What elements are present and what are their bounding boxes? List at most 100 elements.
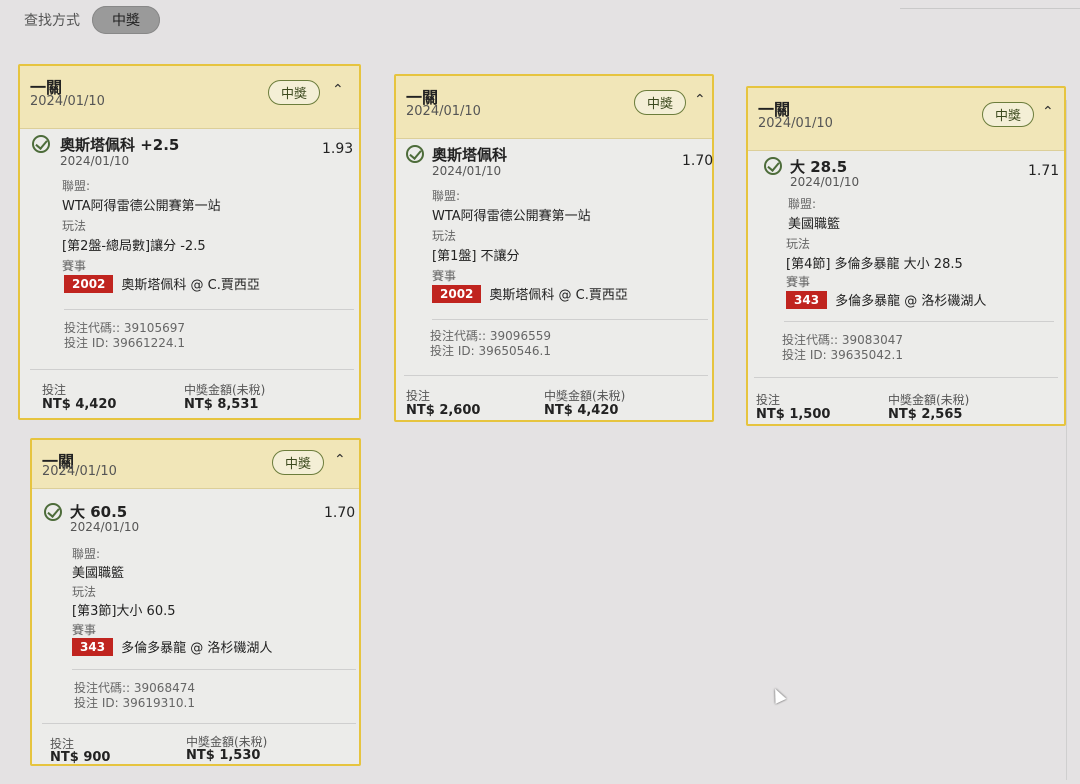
bet-meta: 投注代碼:: 39105697 投注 ID: 39661224.1 [64, 321, 185, 351]
status-badge: 中獎 [268, 80, 321, 105]
play-label: 玩法 [62, 219, 87, 233]
check-circle-icon [764, 157, 782, 175]
play-value: [第1盤] 不讓分 [432, 249, 520, 264]
bet-code: 投注代碼:: 39105697 [64, 321, 185, 335]
bet-card: 一關 2024/01/10 中獎 ⌃ 大 28.5 2024/01/10 1.7… [746, 86, 1066, 426]
scroll-rail[interactable] [1066, 100, 1067, 780]
selection-date: 2024/01/10 [70, 520, 140, 534]
bet-code: 投注代碼:: 39083047 [782, 333, 903, 347]
stake-label: 投注 [406, 389, 431, 403]
play-label: 玩法 [786, 237, 811, 251]
bet-card: 一關 2024/01/10 中獎 ⌃ 奧斯塔佩科 +2.5 2024/01/10… [18, 64, 361, 420]
play-value: [第2盤-總局數]讓分 -2.5 [62, 239, 206, 254]
payout-value: NT$ 1,530 [186, 748, 261, 763]
league-value: WTA阿得雷德公開賽第一站 [432, 209, 591, 224]
bet-card: 一關 2024/01/10 中獎 ⌃ 奧斯塔佩科 2024/01/10 1.70… [394, 74, 714, 422]
bet-card-header[interactable]: 一關 2024/01/10 中獎 ⌃ [748, 88, 1064, 151]
odds: 1.71 [1028, 163, 1060, 179]
payout-value: NT$ 4,420 [544, 403, 619, 418]
payout-label: 中獎金額(未稅) [184, 383, 266, 397]
event-row: 2002 奧斯塔佩科 @ C.賈西亞 [64, 274, 260, 293]
bet-meta: 投注代碼:: 39096559 投注 ID: 39650546.1 [430, 329, 551, 359]
stake-label: 投注 [756, 393, 781, 407]
stake-value: NT$ 4,420 [42, 397, 117, 412]
selection-name: 大 28.5 [790, 158, 848, 176]
bet-card: 一關 2024/01/10 中獎 ⌃ 大 60.5 2024/01/10 1.7… [30, 438, 361, 766]
status-badge: 中獎 [272, 450, 325, 475]
bet-date: 2024/01/10 [30, 94, 105, 109]
bet-card-header[interactable]: 一關 2024/01/10 中獎 ⌃ [20, 66, 359, 129]
bet-id: 投注 ID: 39650546.1 [430, 344, 551, 358]
divider [72, 669, 356, 670]
event-label: 賽事 [432, 269, 457, 283]
play-label: 玩法 [432, 229, 457, 243]
stake-value: NT$ 900 [50, 750, 111, 765]
bet-id: 投注 ID: 39661224.1 [64, 336, 185, 350]
game-code-badge: 343 [786, 290, 828, 309]
odds: 1.93 [322, 141, 354, 157]
selection-date: 2024/01/10 [790, 175, 860, 189]
bet-meta: 投注代碼:: 39068474 投注 ID: 39619310.1 [74, 681, 195, 711]
event-row: 343 多倫多暴龍 @ 洛杉磯湖人 [72, 637, 272, 656]
game-name: 奧斯塔佩科 @ C.賈西亞 [489, 288, 628, 303]
payout-label: 中獎金額(未稅) [544, 389, 626, 403]
bet-card-header[interactable]: 一關 2024/01/10 中獎 ⌃ [396, 76, 712, 139]
league-label: 聯盟: [432, 189, 461, 203]
filter-chip-winning[interactable]: 中獎 [92, 6, 160, 34]
game-name: 多倫多暴龍 @ 洛杉磯湖人 [121, 641, 273, 656]
odds: 1.70 [682, 153, 714, 169]
check-circle-icon [32, 135, 50, 153]
chevron-up-icon[interactable]: ⌃ [334, 452, 346, 468]
selection-date: 2024/01/10 [60, 154, 130, 168]
check-circle-icon [406, 145, 424, 163]
bet-date: 2024/01/10 [406, 104, 481, 119]
game-code-badge: 343 [72, 637, 114, 656]
league-label: 聯盟: [72, 547, 101, 561]
divider [30, 369, 354, 370]
divider [404, 375, 708, 376]
filter-label: 查找方式 [24, 13, 80, 29]
chevron-up-icon[interactable]: ⌃ [332, 82, 344, 98]
league-value: 美國職籃 [72, 566, 125, 581]
league-value: 美國職籃 [788, 217, 841, 232]
league-value: WTA阿得雷德公開賽第一站 [62, 199, 221, 214]
check-circle-icon [44, 503, 62, 521]
play-value: [第3節]大小 60.5 [72, 604, 176, 619]
bet-meta: 投注代碼:: 39083047 投注 ID: 39635042.1 [782, 333, 903, 363]
game-name: 多倫多暴龍 @ 洛杉磯湖人 [835, 294, 987, 309]
game-code-badge: 2002 [432, 284, 482, 303]
event-label: 賽事 [786, 275, 811, 289]
selection-date: 2024/01/10 [432, 164, 502, 178]
event-label: 賽事 [62, 259, 87, 273]
status-badge: 中獎 [982, 102, 1035, 127]
event-row: 343 多倫多暴龍 @ 洛杉磯湖人 [786, 290, 986, 309]
divider [784, 321, 1054, 322]
payout-label: 中獎金額(未稅) [888, 393, 970, 407]
play-value: [第4節] 多倫多暴龍 大小 28.5 [786, 257, 963, 272]
league-label: 聯盟: [62, 179, 91, 193]
mouse-cursor-icon [769, 686, 787, 704]
payout-value: NT$ 2,565 [888, 407, 963, 422]
bet-id: 投注 ID: 39619310.1 [74, 696, 195, 710]
divider [432, 319, 708, 320]
game-name: 奧斯塔佩科 @ C.賈西亞 [121, 278, 260, 293]
bet-id: 投注 ID: 39635042.1 [782, 348, 903, 362]
chevron-up-icon[interactable]: ⌃ [694, 92, 706, 108]
game-code-badge: 2002 [64, 274, 114, 293]
chevron-up-icon[interactable]: ⌃ [1042, 104, 1054, 120]
event-row: 2002 奧斯塔佩科 @ C.賈西亞 [432, 284, 628, 303]
filter-bar: 查找方式 中獎 [24, 6, 160, 34]
event-label: 賽事 [72, 623, 97, 637]
divider [42, 723, 356, 724]
bet-code: 投注代碼:: 39068474 [74, 681, 195, 695]
selection-name: 奧斯塔佩科 +2.5 [60, 136, 180, 154]
payout-value: NT$ 8,531 [184, 397, 259, 412]
top-divider [900, 0, 1080, 9]
bet-card-header[interactable]: 一關 2024/01/10 中獎 ⌃ [32, 440, 359, 489]
selection-name: 奧斯塔佩科 [432, 146, 508, 164]
bet-date: 2024/01/10 [42, 464, 117, 479]
stake-label: 投注 [42, 383, 67, 397]
bet-date: 2024/01/10 [758, 116, 833, 131]
selection-name: 大 60.5 [70, 503, 128, 521]
divider [64, 309, 354, 310]
